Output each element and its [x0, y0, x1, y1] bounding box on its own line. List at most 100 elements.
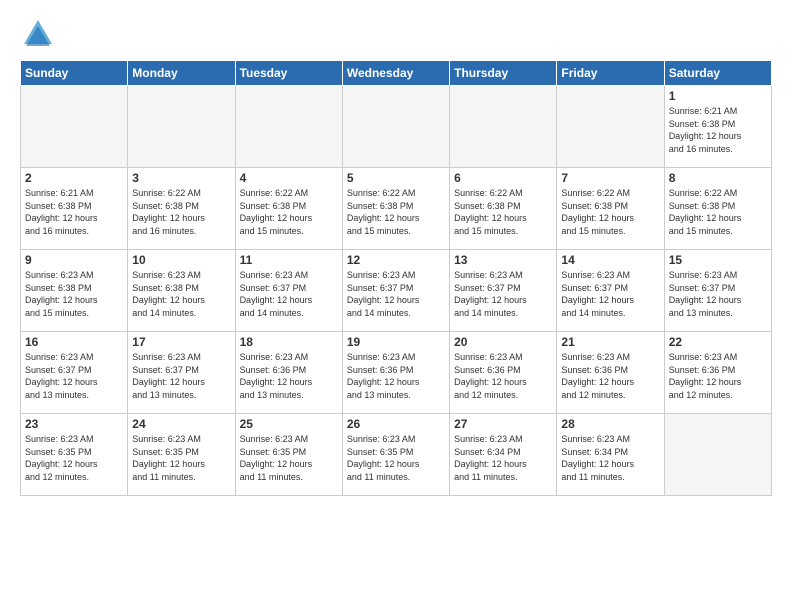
calendar-cell: 22 Sunrise: 6:23 AM Sunset: 6:36 PM Dayli… — [664, 332, 771, 414]
calendar-cell: 19 Sunrise: 6:23 AM Sunset: 6:36 PM Dayli… — [342, 332, 449, 414]
day-info: Sunrise: 6:23 AM Sunset: 6:36 PM Dayligh… — [454, 351, 552, 401]
day-info: Sunrise: 6:23 AM Sunset: 6:37 PM Dayligh… — [347, 269, 445, 319]
weekday-header-sunday: Sunday — [21, 61, 128, 86]
week-row-0: 1 Sunrise: 6:21 AM Sunset: 6:38 PM Daylig… — [21, 86, 772, 168]
calendar-cell: 25 Sunrise: 6:23 AM Sunset: 6:35 PM Dayli… — [235, 414, 342, 496]
calendar-table: SundayMondayTuesdayWednesdayThursdayFrid… — [20, 60, 772, 496]
header — [20, 16, 772, 52]
day-number: 1 — [669, 89, 767, 103]
calendar-cell: 13 Sunrise: 6:23 AM Sunset: 6:37 PM Dayli… — [450, 250, 557, 332]
calendar-cell: 9Sunrise: 6:23 AM Sunset: 6:38 PM Daylig… — [21, 250, 128, 332]
weekday-header-saturday: Saturday — [664, 61, 771, 86]
day-number: 26 — [347, 417, 445, 431]
calendar-cell: 10 Sunrise: 6:23 AM Sunset: 6:38 PM Dayli… — [128, 250, 235, 332]
calendar-cell: 1 Sunrise: 6:21 AM Sunset: 6:38 PM Daylig… — [664, 86, 771, 168]
week-row-3: 16 Sunrise: 6:23 AM Sunset: 6:37 PM Dayli… — [21, 332, 772, 414]
logo — [20, 16, 58, 52]
calendar-cell: 18 Sunrise: 6:23 AM Sunset: 6:36 PM Dayli… — [235, 332, 342, 414]
weekday-header-friday: Friday — [557, 61, 664, 86]
calendar-cell: 3 Sunrise: 6:22 AM Sunset: 6:38 PM Daylig… — [128, 168, 235, 250]
calendar-cell — [664, 414, 771, 496]
day-info: Sunrise: 6:23 AM Sunset: 6:36 PM Dayligh… — [240, 351, 338, 401]
day-number: 27 — [454, 417, 552, 431]
day-info: Sunrise: 6:23 AM Sunset: 6:36 PM Dayligh… — [347, 351, 445, 401]
day-info: Sunrise: 6:23 AM Sunset: 6:34 PM Dayligh… — [561, 433, 659, 483]
day-number: 22 — [669, 335, 767, 349]
calendar-cell: 24 Sunrise: 6:23 AM Sunset: 6:35 PM Dayli… — [128, 414, 235, 496]
day-info: Sunrise: 6:22 AM Sunset: 6:38 PM Dayligh… — [669, 187, 767, 237]
day-info: Sunrise: 6:22 AM Sunset: 6:38 PM Dayligh… — [347, 187, 445, 237]
calendar-cell: 16 Sunrise: 6:23 AM Sunset: 6:37 PM Dayli… — [21, 332, 128, 414]
day-info: Sunrise: 6:23 AM Sunset: 6:37 PM Dayligh… — [561, 269, 659, 319]
day-number: 8 — [669, 171, 767, 185]
day-info: Sunrise: 6:22 AM Sunset: 6:38 PM Dayligh… — [561, 187, 659, 237]
day-info: Sunrise: 6:23 AM Sunset: 6:37 PM Dayligh… — [25, 351, 123, 401]
calendar-cell — [128, 86, 235, 168]
day-number: 3 — [132, 171, 230, 185]
weekday-header-thursday: Thursday — [450, 61, 557, 86]
day-number: 19 — [347, 335, 445, 349]
day-number: 17 — [132, 335, 230, 349]
day-number: 13 — [454, 253, 552, 267]
calendar-cell: 14 Sunrise: 6:23 AM Sunset: 6:37 PM Dayli… — [557, 250, 664, 332]
day-info: Sunrise: 6:23 AM Sunset: 6:37 PM Dayligh… — [669, 269, 767, 319]
day-info: Sunrise: 6:22 AM Sunset: 6:38 PM Dayligh… — [454, 187, 552, 237]
day-info: Sunrise: 6:23 AM Sunset: 6:37 PM Dayligh… — [454, 269, 552, 319]
day-number: 11 — [240, 253, 338, 267]
calendar-cell: 2 Sunrise: 6:21 AM Sunset: 6:38 PM Daylig… — [21, 168, 128, 250]
calendar-cell: 5Sunrise: 6:22 AM Sunset: 6:38 PM Daylig… — [342, 168, 449, 250]
day-info: Sunrise: 6:22 AM Sunset: 6:38 PM Dayligh… — [132, 187, 230, 237]
day-info: Sunrise: 6:23 AM Sunset: 6:35 PM Dayligh… — [25, 433, 123, 483]
logo-icon — [20, 16, 56, 52]
day-number: 10 — [132, 253, 230, 267]
day-number: 25 — [240, 417, 338, 431]
calendar-cell: 17Sunrise: 6:23 AM Sunset: 6:37 PM Dayli… — [128, 332, 235, 414]
weekday-header-monday: Monday — [128, 61, 235, 86]
calendar-header: SundayMondayTuesdayWednesdayThursdayFrid… — [21, 61, 772, 86]
day-number: 7 — [561, 171, 659, 185]
calendar-cell: 28Sunrise: 6:23 AM Sunset: 6:34 PM Dayli… — [557, 414, 664, 496]
page: SundayMondayTuesdayWednesdayThursdayFrid… — [0, 0, 792, 612]
week-row-2: 9Sunrise: 6:23 AM Sunset: 6:38 PM Daylig… — [21, 250, 772, 332]
day-info: Sunrise: 6:23 AM Sunset: 6:35 PM Dayligh… — [347, 433, 445, 483]
weekday-header-wednesday: Wednesday — [342, 61, 449, 86]
day-info: Sunrise: 6:23 AM Sunset: 6:36 PM Dayligh… — [561, 351, 659, 401]
calendar-cell — [557, 86, 664, 168]
day-number: 24 — [132, 417, 230, 431]
day-number: 21 — [561, 335, 659, 349]
day-number: 6 — [454, 171, 552, 185]
day-info: Sunrise: 6:23 AM Sunset: 6:38 PM Dayligh… — [25, 269, 123, 319]
calendar-cell: 26 Sunrise: 6:23 AM Sunset: 6:35 PM Dayli… — [342, 414, 449, 496]
day-info: Sunrise: 6:23 AM Sunset: 6:35 PM Dayligh… — [132, 433, 230, 483]
weekday-header-tuesday: Tuesday — [235, 61, 342, 86]
calendar-body: 1 Sunrise: 6:21 AM Sunset: 6:38 PM Daylig… — [21, 86, 772, 496]
day-number: 14 — [561, 253, 659, 267]
calendar-cell: 21 Sunrise: 6:23 AM Sunset: 6:36 PM Dayli… — [557, 332, 664, 414]
day-number: 15 — [669, 253, 767, 267]
calendar-cell: 4 Sunrise: 6:22 AM Sunset: 6:38 PM Daylig… — [235, 168, 342, 250]
day-info: Sunrise: 6:23 AM Sunset: 6:37 PM Dayligh… — [240, 269, 338, 319]
weekday-row: SundayMondayTuesdayWednesdayThursdayFrid… — [21, 61, 772, 86]
day-number: 18 — [240, 335, 338, 349]
calendar-cell: 27 Sunrise: 6:23 AM Sunset: 6:34 PM Dayli… — [450, 414, 557, 496]
day-info: Sunrise: 6:23 AM Sunset: 6:38 PM Dayligh… — [132, 269, 230, 319]
day-info: Sunrise: 6:21 AM Sunset: 6:38 PM Dayligh… — [25, 187, 123, 237]
calendar-cell: 7 Sunrise: 6:22 AM Sunset: 6:38 PM Daylig… — [557, 168, 664, 250]
calendar-cell: 8 Sunrise: 6:22 AM Sunset: 6:38 PM Daylig… — [664, 168, 771, 250]
calendar-cell: 11 Sunrise: 6:23 AM Sunset: 6:37 PM Dayli… — [235, 250, 342, 332]
day-info: Sunrise: 6:23 AM Sunset: 6:34 PM Dayligh… — [454, 433, 552, 483]
day-info: Sunrise: 6:21 AM Sunset: 6:38 PM Dayligh… — [669, 105, 767, 155]
day-number: 2 — [25, 171, 123, 185]
calendar-cell — [21, 86, 128, 168]
day-info: Sunrise: 6:22 AM Sunset: 6:38 PM Dayligh… — [240, 187, 338, 237]
week-row-1: 2 Sunrise: 6:21 AM Sunset: 6:38 PM Daylig… — [21, 168, 772, 250]
day-number: 12 — [347, 253, 445, 267]
calendar-cell: 15 Sunrise: 6:23 AM Sunset: 6:37 PM Dayli… — [664, 250, 771, 332]
day-info: Sunrise: 6:23 AM Sunset: 6:36 PM Dayligh… — [669, 351, 767, 401]
day-number: 4 — [240, 171, 338, 185]
calendar-cell — [342, 86, 449, 168]
calendar-cell — [450, 86, 557, 168]
day-number: 16 — [25, 335, 123, 349]
day-info: Sunrise: 6:23 AM Sunset: 6:35 PM Dayligh… — [240, 433, 338, 483]
calendar-cell: 6 Sunrise: 6:22 AM Sunset: 6:38 PM Daylig… — [450, 168, 557, 250]
